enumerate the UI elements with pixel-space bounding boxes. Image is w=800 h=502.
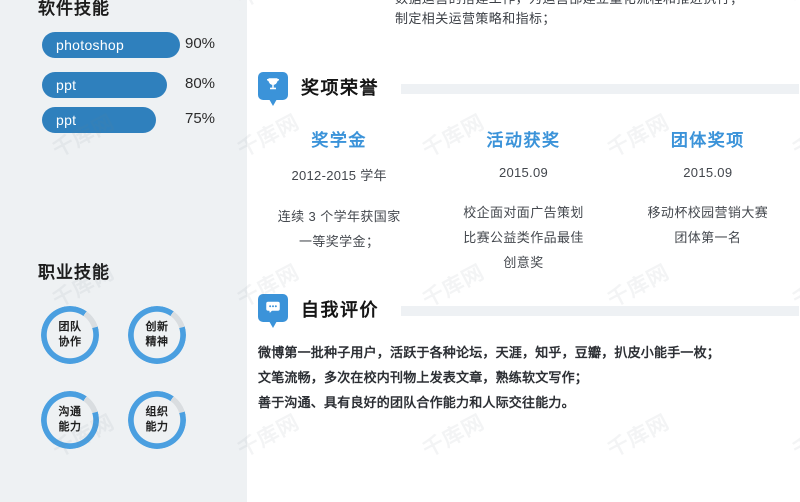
skill-circle-innovation: 创新 精神 [128, 306, 186, 364]
award-title: 奖学金 [311, 131, 367, 150]
trophy-icon [258, 72, 288, 106]
awards-grid: 奖学金 2012-2015 学年 连续 3 个学年获国家 一等奖学金； 活动获奖… [247, 126, 800, 275]
skill-bar-percent: 75% [185, 110, 216, 127]
skill-circle-teamwork: 团队 协作 [41, 306, 99, 364]
skill-circle-line1: 组织 [145, 406, 169, 418]
skill-bar-label: ppt [56, 112, 77, 128]
career-skills-heading: 职业技能 [38, 263, 110, 282]
skill-bar-track: ppt [42, 72, 167, 98]
award-desc-line: 校企面对面广告策划 [463, 205, 584, 220]
award-desc-line: 连续 3 个学年获国家 [277, 209, 401, 224]
skill-bar-percent: 90% [185, 35, 216, 52]
resume-page: 软件技能 photoshop 90% ppt 80% ppt 75% 职业技能 [0, 0, 800, 502]
award-desc-line: 创意奖 [503, 255, 544, 270]
skill-circle-text: 创新 精神 [128, 306, 186, 364]
award-item: 活动获奖 2015.09 校企面对面广告策划 比赛公益类作品最佳 创意奖 [431, 126, 615, 275]
skill-circle-line1: 沟通 [58, 406, 82, 418]
skill-bar-track: ppt [42, 107, 156, 133]
skill-bar-label: photoshop [56, 37, 125, 53]
section-divider-rule [401, 84, 799, 94]
skill-circle-line1: 团队 [58, 321, 82, 333]
skill-bar-track: photoshop [42, 32, 180, 58]
award-desc-line: 团体第一名 [674, 230, 742, 245]
skill-circle-line2: 协作 [58, 336, 82, 348]
main-content: 数据运营的搭建工作，为运营部建立量化流程和推进执行； 制定相关运营策略和指标； … [247, 0, 800, 502]
award-date: 2015.09 [683, 165, 733, 180]
software-skills-heading: 软件技能 [38, 0, 110, 18]
skill-circle-text: 组织 能力 [128, 391, 186, 449]
award-description: 校企面对面广告策划 比赛公益类作品最佳 创意奖 [431, 200, 615, 275]
chat-bubble-icon [258, 294, 288, 328]
award-desc-line: 一等奖学金； [298, 234, 380, 249]
clipped-line-1: 数据运营的搭建工作，为运营部建立量化流程和推进执行； [395, 0, 795, 9]
clipped-paragraph: 数据运营的搭建工作，为运营部建立量化流程和推进执行； 制定相关运营策略和指标； [395, 0, 795, 29]
award-item: 奖学金 2012-2015 学年 连续 3 个学年获国家 一等奖学金； [247, 126, 431, 275]
award-desc-line: 移动杯校园营销大赛 [647, 205, 769, 220]
skill-bar-row: photoshop 90% [0, 32, 247, 58]
award-date: 2015.09 [498, 165, 549, 180]
clipped-line-2: 制定相关运营策略和指标； [395, 11, 556, 26]
skill-bar-row: ppt 75% [0, 107, 247, 133]
self-eval-line: 文笔流畅，多次在校内刊物上发表文章，熟练软文写作； [258, 370, 589, 385]
self-eval-line: 善于沟通、具有良好的团队合作能力和人际交往能力。 [258, 395, 575, 410]
award-title: 团体奖项 [670, 131, 745, 150]
self-eval-line: 微博第一批种子用户，活跃于各种论坛，天涯，知乎，豆瓣，扒皮小能手一枚； [258, 345, 721, 360]
awards-section-title: 奖项荣誉 [301, 78, 379, 98]
skill-bar-label: ppt [56, 77, 77, 93]
award-date: 2012-2015 学年 [291, 168, 387, 183]
skill-circle-communication: 沟通 能力 [41, 391, 99, 449]
award-description: 连续 3 个学年获国家 一等奖学金； [247, 204, 431, 254]
skill-circle-line1: 创新 [145, 321, 169, 333]
section-divider-rule [401, 306, 799, 316]
skill-circle-text: 沟通 能力 [41, 391, 99, 449]
award-item: 团体奖项 2015.09 移动杯校园营销大赛 团体第一名 [616, 126, 800, 275]
self-eval-section-title: 自我评价 [301, 300, 379, 320]
skill-bar-row: ppt 80% [0, 72, 247, 98]
skill-circle-organization: 组织 能力 [128, 391, 186, 449]
skill-bar-percent: 80% [185, 75, 216, 92]
skill-circle-line2: 精神 [145, 336, 169, 348]
award-description: 移动杯校园营销大赛 团体第一名 [616, 200, 800, 250]
award-desc-line: 比赛公益类作品最佳 [463, 230, 584, 245]
award-title: 活动获奖 [486, 131, 561, 150]
skill-circle-line2: 能力 [145, 421, 169, 433]
self-eval-body: 微博第一批种子用户，活跃于各种论坛，天涯，知乎，豆瓣，扒皮小能手一枚； 文笔流畅… [258, 340, 788, 415]
skill-circle-text: 团队 协作 [41, 306, 99, 364]
skill-circle-line2: 能力 [58, 421, 82, 433]
sidebar: 软件技能 photoshop 90% ppt 80% ppt 75% 职业技能 [0, 0, 247, 502]
